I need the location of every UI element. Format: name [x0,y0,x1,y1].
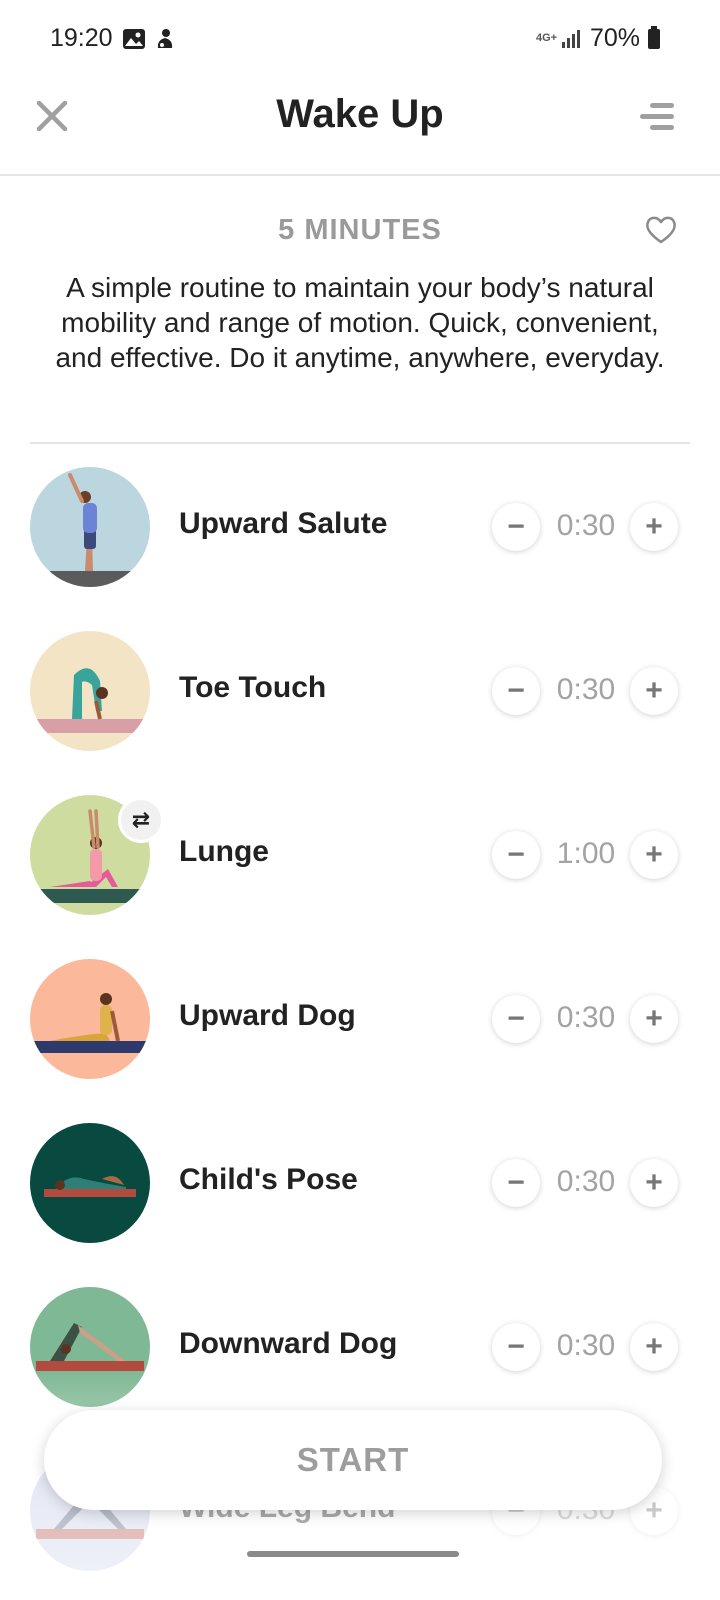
decrease-button[interactable]: − [492,667,540,715]
exercise-name: Lunge [179,835,269,868]
exercise-duration: 0:30 [556,673,616,706]
exercise-name: Upward Dog [179,999,356,1032]
exercise-thumbnail [30,467,150,587]
increase-button[interactable]: + [630,831,678,879]
exercise-thumbnail [30,1123,150,1243]
exercise-row-lunge[interactable]: ⇄ Lunge − 1:00 + [0,773,720,937]
decrease-button[interactable]: − [492,503,540,551]
exercise-row-upward-salute[interactable]: Upward Salute − 0:30 + [0,445,720,609]
decrease-button[interactable]: − [492,1159,540,1207]
exercise-duration: 0:30 [556,1165,616,1198]
notification-icon [157,29,173,48]
battery-icon [648,25,660,49]
exercise-name: Downward Dog [179,1327,398,1360]
increase-button[interactable]: + [630,667,678,715]
exercise-row-childs-pose[interactable]: Child's Pose − 0:30 + [0,1101,720,1265]
exercise-name: Upward Salute [179,507,388,540]
app-header: Wake Up [0,78,720,176]
duration-control: − 0:30 + [492,995,682,1043]
exercise-row-toe-touch[interactable]: Toe Touch − 0:30 + [0,609,720,773]
status-bar: 19:20 4G+ 70% [0,0,720,78]
status-time: 19:20 [50,24,113,52]
swap-sides-icon[interactable]: ⇄ [118,797,164,843]
decrease-button[interactable]: − [492,995,540,1043]
increase-button[interactable]: + [630,1323,678,1371]
increase-button[interactable]: + [630,1159,678,1207]
page-title: Wake Up [276,92,444,136]
duration-control: − 0:30 + [492,503,682,551]
exercise-duration: 1:00 [556,837,616,870]
exercise-name: Child's Pose [179,1163,358,1196]
exercise-duration: 0:30 [556,1329,616,1362]
decrease-button[interactable]: − [492,1323,540,1371]
status-right: 4G+ 70% [536,24,660,53]
exercise-duration: 0:30 [556,1001,616,1034]
home-indicator[interactable] [247,1551,459,1557]
increase-button[interactable]: + [630,995,678,1043]
menu-icon[interactable] [640,100,674,134]
routine-description: A simple routine to maintain your body’s… [55,272,665,373]
signal-icon [561,29,580,48]
start-button[interactable]: START [44,1410,662,1510]
exercise-row-upward-dog[interactable]: Upward Dog − 0:30 + [0,937,720,1101]
exercise-duration: 0:30 [556,509,616,542]
divider [30,442,690,444]
gallery-icon [123,29,145,49]
exercise-thumbnail [30,959,150,1079]
network-type: 4G+ [535,32,558,44]
heart-icon[interactable] [644,214,678,246]
exercise-name: Toe Touch [179,671,327,704]
exercise-thumbnail [30,1287,150,1407]
duration-control: − 0:30 + [492,1159,682,1207]
duration-control: − 0:30 + [492,667,682,715]
duration-control: − 1:00 + [492,831,682,879]
exercise-row-downward-dog[interactable]: Downward Dog − 0:30 + [0,1265,720,1429]
routine-duration: 5 MINUTES [278,214,442,246]
battery-percent: 70% [589,24,640,52]
increase-button[interactable]: + [630,503,678,551]
exercise-thumbnail [30,631,150,751]
duration-control: − 0:30 + [492,1323,682,1371]
decrease-button[interactable]: − [492,831,540,879]
